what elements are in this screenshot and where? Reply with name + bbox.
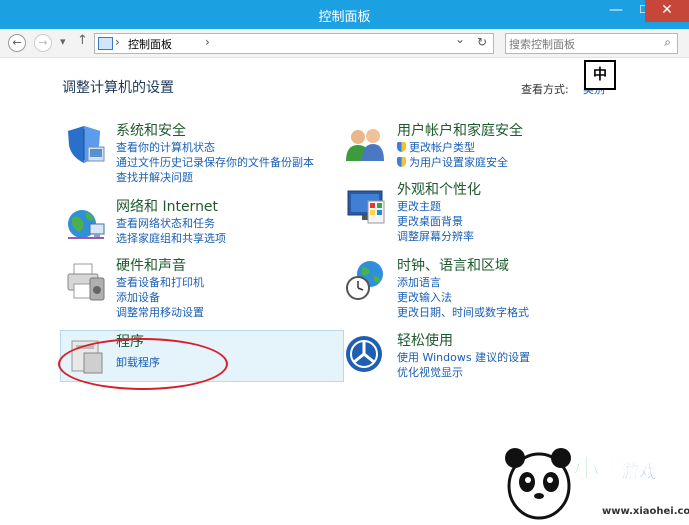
category-link[interactable]: 查看设备和打印机 bbox=[116, 275, 204, 290]
category-title[interactable]: 时钟、语言和区域 bbox=[397, 258, 529, 275]
category-link-text[interactable]: 更改帐户类型 bbox=[409, 141, 475, 154]
network-icon bbox=[68, 210, 105, 239]
view-by-label: 查看方式: bbox=[521, 83, 569, 96]
forward-button[interactable]: → bbox=[34, 34, 52, 52]
category-link[interactable]: 查看你的计算机状态 bbox=[116, 140, 314, 155]
category-title[interactable]: 用户帐户和家庭安全 bbox=[397, 123, 523, 140]
clock-globe-icon bbox=[346, 261, 383, 300]
category-link[interactable]: 调整屏幕分辨率 bbox=[397, 229, 481, 244]
category-link[interactable]: 优化视觉显示 bbox=[397, 365, 530, 380]
category-link[interactable]: 更改输入法 bbox=[397, 290, 529, 305]
category-link[interactable]: 更改帐户类型 bbox=[397, 140, 523, 155]
category-appearance: 外观和个性化 更改主题 更改桌面背景 调整屏幕分辨率 bbox=[397, 182, 481, 244]
category-link[interactable]: 查找并解决问题 bbox=[116, 170, 314, 185]
search-input[interactable]: 搜索控制面板 ⌕ bbox=[505, 33, 678, 54]
category-title[interactable]: 轻松使用 bbox=[397, 333, 530, 350]
category-user-accounts: 用户帐户和家庭安全 更改帐户类型 为用户设置家庭安全 bbox=[397, 123, 523, 170]
uac-shield-icon bbox=[397, 142, 406, 152]
breadcrumb-control-panel[interactable]: 控制面板 bbox=[128, 36, 172, 52]
refresh-button[interactable]: ↻ bbox=[477, 35, 487, 49]
category-link[interactable]: 查看网络状态和任务 bbox=[116, 216, 226, 231]
watermark-url: www.xiaohei.com bbox=[602, 506, 689, 517]
category-link[interactable]: 更改桌面背景 bbox=[397, 214, 481, 229]
ease-of-access-icon bbox=[346, 336, 382, 372]
address-dropdown[interactable]: ⌄ bbox=[455, 32, 465, 46]
title-bar: 控制面板 — ☐ ✕ bbox=[0, 0, 689, 29]
ime-indicator[interactable]: 中 bbox=[584, 60, 616, 90]
category-title[interactable]: 硬件和声音 bbox=[116, 258, 204, 275]
category-link[interactable]: 调整常用移动设置 bbox=[116, 305, 204, 320]
category-ease-of-access: 轻松使用 使用 Windows 建议的设置 优化视觉显示 bbox=[397, 333, 530, 380]
back-button[interactable]: ← bbox=[8, 34, 26, 52]
category-link-text[interactable]: 为用户设置家庭安全 bbox=[409, 156, 508, 169]
category-hardware-sound: 硬件和声音 查看设备和打印机 添加设备 调整常用移动设置 bbox=[116, 258, 204, 320]
close-button[interactable]: ✕ bbox=[645, 0, 689, 22]
category-title[interactable]: 系统和安全 bbox=[116, 123, 314, 140]
page-title: 调整计算机的设置 bbox=[62, 80, 174, 96]
category-link[interactable]: 添加设备 bbox=[116, 290, 204, 305]
address-bar[interactable]: › 控制面板 › ⌄ ↻ bbox=[94, 32, 494, 54]
uac-shield-icon bbox=[397, 157, 406, 167]
category-clock-language: 时钟、语言和区域 添加语言 更改输入法 更改日期、时间或数字格式 bbox=[397, 258, 529, 320]
recent-locations-dropdown[interactable]: ▾ bbox=[60, 35, 66, 48]
category-network-internet: 网络和 Internet 查看网络状态和任务 选择家庭组和共享选项 bbox=[116, 199, 226, 246]
watermark: 小黑 游戏 www.xiaohei.com bbox=[497, 436, 689, 522]
control-panel-icon bbox=[98, 37, 113, 50]
breadcrumb-separator: › bbox=[115, 35, 120, 49]
search-icon[interactable]: ⌕ bbox=[664, 35, 671, 50]
category-link[interactable]: 使用 Windows 建议的设置 bbox=[397, 350, 530, 365]
svg-text:小黑: 小黑 bbox=[573, 455, 625, 485]
category-link[interactable]: 添加语言 bbox=[397, 275, 529, 290]
category-link[interactable]: 更改主题 bbox=[397, 199, 481, 214]
window-title: 控制面板 bbox=[318, 10, 371, 25]
users-icon bbox=[346, 129, 384, 161]
category-title[interactable]: 外观和个性化 bbox=[397, 182, 481, 199]
category-link[interactable]: 通过文件历史记录保存你的文件备份副本 bbox=[116, 155, 314, 170]
category-link[interactable]: 更改日期、时间或数字格式 bbox=[397, 305, 529, 320]
annotation-oval bbox=[58, 338, 228, 390]
category-link[interactable]: 为用户设置家庭安全 bbox=[397, 155, 523, 170]
category-link[interactable]: 选择家庭组和共享选项 bbox=[116, 231, 226, 246]
up-button[interactable]: ↑ bbox=[77, 33, 88, 48]
personalization-icon bbox=[347, 190, 385, 224]
navigation-toolbar: ← → ▾ ↑ › 控制面板 › ⌄ ↻ 搜索控制面板 ⌕ bbox=[0, 29, 689, 58]
minimize-button[interactable]: — bbox=[601, 0, 631, 22]
printer-icon bbox=[67, 263, 105, 301]
shield-icon bbox=[68, 126, 105, 163]
breadcrumb-arrow[interactable]: › bbox=[205, 35, 210, 49]
search-placeholder: 搜索控制面板 bbox=[509, 38, 575, 51]
svg-text:游戏: 游戏 bbox=[621, 461, 657, 483]
category-title[interactable]: 网络和 Internet bbox=[116, 199, 226, 216]
category-system-security: 系统和安全 查看你的计算机状态 通过文件历史记录保存你的文件备份副本 查找并解决… bbox=[116, 123, 314, 185]
